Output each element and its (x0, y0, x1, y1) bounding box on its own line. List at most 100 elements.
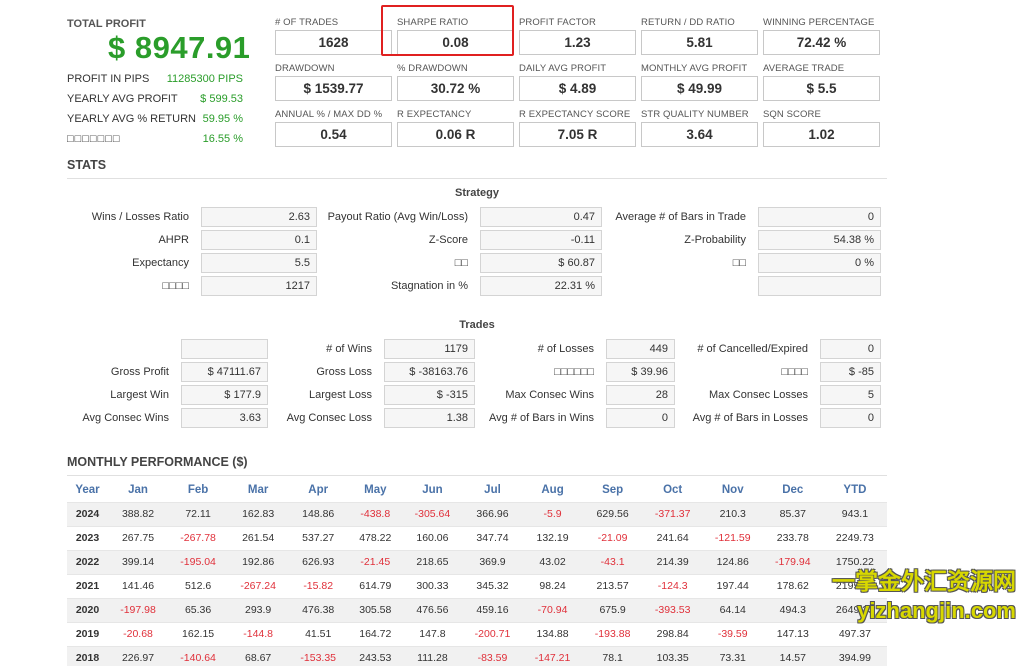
table-row: 2022 399.14 -195.04 192.86 626.93 -21.45 218.6… (67, 549, 887, 574)
trades-value: 449 (606, 339, 675, 359)
month-cell: -267.78 (168, 525, 229, 550)
column-header[interactable]: YTD (822, 478, 887, 502)
month-cell: 192.86 (228, 549, 289, 574)
trades-value: $ -38163.76 (384, 362, 475, 382)
month-cell: -5.9 (522, 501, 583, 526)
monthly-title: MONTHLY PERFORMANCE ($) (67, 455, 248, 469)
trades-label: □□□□□□ (554, 366, 594, 378)
strategy-label: AHPR (158, 234, 189, 246)
column-header[interactable]: Jun (402, 478, 463, 502)
metric-daily-avg-profit: DAILY AVG PROFIT $ 4.89 (519, 63, 636, 101)
metric-label: % DRAWDOWN (397, 63, 468, 74)
strategy-value: 22.31 % (480, 276, 602, 296)
metric-sqn-score: SQN SCORE 1.02 (763, 109, 880, 147)
table-row: 2024 388.82 72.11 162.83 148.86 -438.8 -305.64… (67, 501, 887, 526)
summary-label: YEARLY AVG PROFIT (67, 93, 178, 105)
month-cell: 178.62 (762, 573, 823, 598)
metric-label: AVERAGE TRADE (763, 63, 845, 74)
month-cell: 214.39 (642, 549, 703, 574)
trades-label: Largest Loss (309, 389, 372, 401)
trades-label: Largest Win (110, 389, 169, 401)
month-cell: -21.09 (582, 525, 643, 550)
month-cell: 132.19 (522, 525, 583, 550)
strategy-value: 0.1 (201, 230, 317, 250)
column-header[interactable]: Jan (107, 478, 169, 502)
metric-value: 1.02 (763, 122, 880, 147)
column-header[interactable]: Mar (228, 478, 289, 502)
month-cell: 162.15 (168, 621, 229, 646)
month-cell: 366.96 (462, 501, 523, 526)
column-header[interactable]: Feb (168, 478, 229, 502)
year-cell: 2019 (67, 621, 108, 646)
trades-title: Trades (459, 319, 495, 331)
column-header[interactable]: Aug (522, 478, 583, 502)
watermark-url: yizhangjin.com (857, 598, 1016, 623)
summary-row-yearly-return: YEARLY AVG % RETURN 59.95 % (67, 113, 243, 125)
strategy-label: Z-Score (428, 234, 468, 246)
column-header[interactable]: May (348, 478, 403, 502)
month-cell: 103.35 (642, 645, 703, 666)
metric-label: STR QUALITY NUMBER (641, 109, 749, 120)
column-header[interactable]: Nov (702, 478, 763, 502)
month-cell: -70.94 (522, 597, 583, 622)
month-cell: 98.24 (522, 573, 583, 598)
metric-value: 0.54 (275, 122, 392, 147)
summary-value: 16.55 % (202, 133, 243, 145)
metric-value: 1628 (275, 30, 392, 55)
metric-r-expectancy: R EXPECTANCY 0.06 R (397, 109, 514, 147)
trades-label: Max Consec Losses (708, 389, 808, 401)
month-cell: 298.84 (642, 621, 703, 646)
month-cell: 626.93 (288, 549, 349, 574)
month-cell: 72.11 (168, 501, 229, 526)
ytd-cell: 394.99 (822, 645, 887, 666)
month-cell: -193.88 (582, 621, 643, 646)
strategy-label: □□ (454, 257, 468, 269)
trades-value: 3.63 (181, 408, 268, 428)
column-header[interactable]: Sep (582, 478, 643, 502)
metric-r-expectancy-score: R EXPECTANCY SCORE 7.05 R (519, 109, 636, 147)
monthly-performance-table: Year Jan Feb Mar Apr May Jun Jul Aug Sep… (67, 478, 887, 666)
month-cell: 267.75 (107, 525, 169, 550)
trades-label: □□□□ (781, 366, 808, 378)
month-cell: -124.3 (642, 573, 703, 598)
month-cell: -267.24 (228, 573, 289, 598)
month-cell: -20.68 (107, 621, 169, 646)
trades-value: 5 (820, 385, 881, 405)
month-cell: 160.06 (402, 525, 463, 550)
month-cell: 494.3 (762, 597, 823, 622)
month-cell: -200.71 (462, 621, 523, 646)
column-header[interactable]: Year (67, 478, 108, 502)
column-header[interactable]: Oct (642, 478, 703, 502)
month-cell: 78.1 (582, 645, 643, 666)
metric-label: DAILY AVG PROFIT (519, 63, 607, 74)
trades-value: 28 (606, 385, 675, 405)
month-cell: 213.57 (582, 573, 643, 598)
strategy-label: □□ (732, 257, 746, 269)
summary-row-yearly-profit: YEARLY AVG PROFIT $ 599.53 (67, 93, 243, 105)
summary-row-pips: PROFIT IN PIPS 11285300 PIPS (67, 73, 243, 85)
metric-value: 7.05 R (519, 122, 636, 147)
month-cell: 675.9 (582, 597, 643, 622)
month-cell: -140.64 (168, 645, 229, 666)
metric-profit-factor: PROFIT FACTOR 1.23 (519, 17, 636, 55)
ytd-cell: 2249.73 (822, 525, 887, 550)
ytd-cell: 943.1 (822, 501, 887, 526)
column-header[interactable]: Apr (288, 478, 349, 502)
column-header[interactable]: Jul (462, 478, 523, 502)
metric-label: ANNUAL % / MAX DD % (275, 109, 383, 120)
table-row: 2020 -197.98 65.36 293.9 476.38 305.58 476.56 4… (67, 597, 887, 622)
month-cell: 614.79 (348, 573, 403, 598)
strategy-value: 2.63 (201, 207, 317, 227)
month-cell: -15.82 (288, 573, 349, 598)
month-cell: 43.02 (522, 549, 583, 574)
table-header-row: Year Jan Feb Mar Apr May Jun Jul Aug Sep… (67, 478, 887, 502)
metric-value: 3.64 (641, 122, 758, 147)
metric-label: # OF TRADES (275, 17, 339, 28)
strategy-value: 0 % (758, 253, 881, 273)
column-header[interactable]: Dec (762, 478, 823, 502)
metric-pct-drawdown: % DRAWDOWN 30.72 % (397, 63, 514, 101)
month-cell: -438.8 (348, 501, 403, 526)
year-cell: 2018 (67, 645, 108, 666)
metric-value: 72.42 % (763, 30, 880, 55)
strategy-value: 0.47 (480, 207, 602, 227)
